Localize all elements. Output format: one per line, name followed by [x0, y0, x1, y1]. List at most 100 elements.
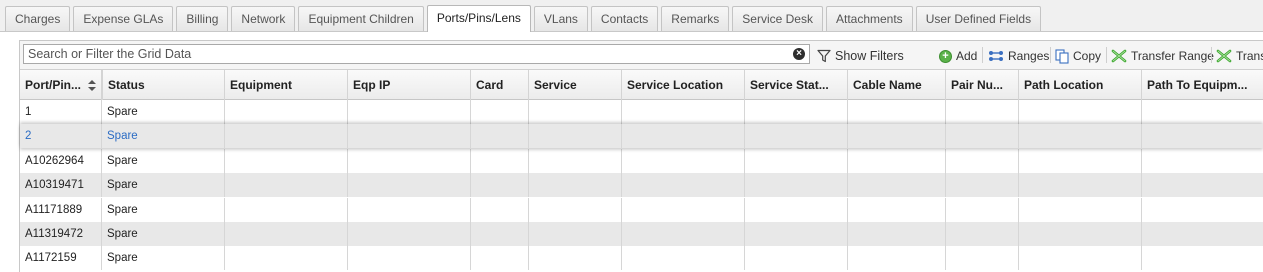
table-row[interactable]: A1172159 Spare: [20, 246, 1263, 271]
ranges-icon: [988, 50, 1004, 62]
column-header-status[interactable]: Status: [102, 70, 225, 100]
cell-empty: [225, 222, 348, 246]
cell-empty: [471, 148, 529, 173]
grid-toolbar: × Show Filters + Add Ranges: [20, 41, 1263, 70]
search-input[interactable]: [24, 45, 784, 63]
cell-empty: [1142, 149, 1263, 173]
tab-list: Charges Expense GLAs Billing Network Equ…: [5, 5, 1044, 32]
cell-empty: [348, 197, 471, 222]
column-header-card[interactable]: Card: [471, 70, 529, 100]
cell-status: Spare: [102, 148, 225, 173]
cell-empty: [348, 124, 471, 149]
cell-empty: [622, 222, 745, 246]
toolbar-divider: [982, 47, 983, 63]
tab-user-defined-fields[interactable]: User Defined Fields: [915, 6, 1042, 31]
clear-search-icon[interactable]: ×: [793, 48, 805, 60]
copy-label: Copy: [1073, 49, 1102, 63]
cell-empty: [1019, 148, 1142, 173]
cell-empty: [529, 148, 622, 173]
show-filters-label: Show Filters: [835, 49, 904, 63]
tab-attachments[interactable]: Attachments: [825, 6, 913, 31]
cell-empty: [225, 100, 348, 124]
cell-status: Spare: [102, 197, 225, 222]
cell-empty: [529, 222, 622, 246]
cell-empty: [529, 124, 622, 149]
cell-empty: [1142, 124, 1263, 148]
cell-empty: [745, 197, 848, 222]
cell-empty: [946, 148, 1019, 173]
table-row[interactable]: 1 Spare: [20, 100, 1263, 124]
cell-empty: [529, 100, 622, 124]
tab-service-desk[interactable]: Service Desk: [732, 6, 823, 31]
cell-empty: [1142, 100, 1263, 124]
cell-empty: [1019, 197, 1142, 222]
tab-ports-pins-lens[interactable]: Ports/Pins/Lens: [426, 5, 531, 32]
cell-empty: [745, 173, 848, 198]
table-row[interactable]: A10319471 Spare: [20, 173, 1263, 198]
copy-icon: [1055, 48, 1069, 64]
tab-billing[interactable]: Billing: [176, 6, 229, 31]
cell-empty: [348, 246, 471, 271]
column-header-equipment[interactable]: Equipment: [225, 70, 348, 100]
cell-empty: [348, 100, 471, 124]
transfer-icon: [1216, 49, 1232, 63]
column-header-pair-number[interactable]: Pair Nu...: [946, 70, 1019, 100]
cell-empty: [745, 222, 848, 246]
transfer-label: Trans: [1236, 49, 1263, 63]
transfer-range-label: Transfer Range: [1131, 49, 1214, 63]
cell-empty: [848, 124, 946, 149]
column-header-service-location[interactable]: Service Location: [622, 70, 745, 100]
cell-empty: [1019, 124, 1142, 149]
column-header-cable-name[interactable]: Cable Name: [848, 70, 946, 100]
add-button[interactable]: + Add: [939, 47, 977, 65]
tab-contacts[interactable]: Contacts: [590, 6, 659, 31]
cell-empty: [848, 246, 946, 271]
column-header-service-status[interactable]: Service Stat...: [745, 70, 848, 100]
transfer-range-button[interactable]: Transfer Range: [1111, 47, 1214, 65]
cell-empty: [946, 173, 1019, 198]
copy-button[interactable]: Copy: [1055, 47, 1101, 65]
table-row[interactable]: A11171889 Spare: [20, 197, 1263, 222]
cell-port: A10262964: [20, 148, 102, 173]
cell-empty: [471, 222, 529, 246]
column-header-eqp-ip[interactable]: Eqp IP: [348, 70, 471, 100]
cell-empty: [471, 197, 529, 222]
cell-empty: [622, 124, 745, 149]
tab-equipment-children[interactable]: Equipment Children: [298, 6, 424, 31]
cell-empty: [848, 222, 946, 246]
cell-port: 1: [20, 100, 102, 124]
tab-expense-glas[interactable]: Expense GLAs: [73, 6, 174, 31]
cell-empty: [529, 173, 622, 198]
tab-remarks[interactable]: Remarks: [661, 6, 730, 31]
transfer-button[interactable]: Trans: [1216, 47, 1263, 65]
cell-status: Spare: [102, 124, 225, 149]
transfer-icon: [1111, 49, 1127, 63]
table-row[interactable]: A11319472 Spare: [20, 222, 1263, 246]
cell-empty: [348, 148, 471, 173]
table-row[interactable]: 2 Spare: [20, 124, 1263, 149]
search-box: ×: [23, 44, 810, 64]
show-filters-button[interactable]: Show Filters: [817, 47, 904, 65]
table-row[interactable]: A10262964 Spare: [20, 148, 1263, 173]
cell-empty: [225, 148, 348, 173]
cell-status: Spare: [102, 173, 225, 198]
column-header-path-location[interactable]: Path Location: [1019, 70, 1142, 100]
cell-empty: [1142, 198, 1263, 222]
cell-empty: [946, 100, 1019, 124]
ports-grid-panel: × Show Filters + Add Ranges: [19, 40, 1263, 272]
add-label: Add: [956, 49, 978, 63]
cell-empty: [848, 148, 946, 173]
tab-charges[interactable]: Charges: [5, 6, 71, 31]
ranges-button[interactable]: Ranges: [988, 47, 1049, 65]
cell-empty: [946, 124, 1019, 149]
tab-network[interactable]: Network: [231, 6, 296, 31]
column-header-service[interactable]: Service: [529, 70, 622, 100]
cell-empty: [848, 197, 946, 222]
add-icon: +: [939, 49, 952, 63]
cell-empty: [348, 173, 471, 198]
column-header-path-to-equipment[interactable]: Path To Equipm...: [1142, 70, 1263, 100]
cell-empty: [622, 246, 745, 271]
grid-header: Port/Pin... Status Equipment Eqp IP Card…: [20, 70, 1263, 100]
sort-icon[interactable]: [88, 80, 96, 91]
tab-vlans[interactable]: VLans: [533, 6, 588, 31]
